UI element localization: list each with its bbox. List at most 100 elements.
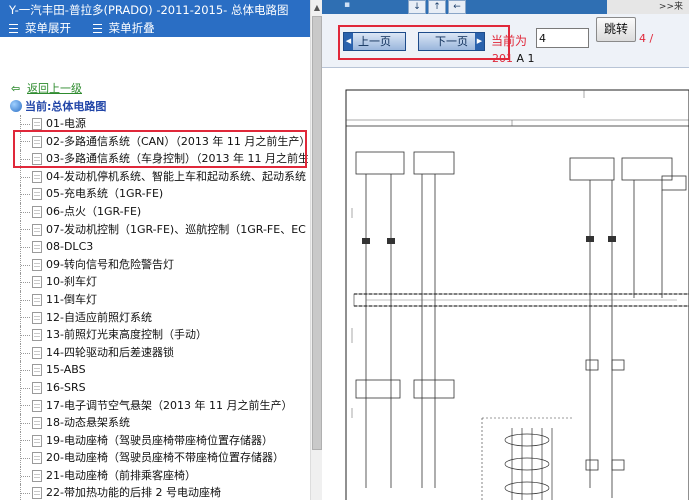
- collapse-icon: [92, 24, 102, 33]
- prev-arrow-icon: ◀: [344, 33, 353, 50]
- tree-item-label: 21-电动座椅（前排乘客座椅）: [46, 468, 196, 482]
- globe-icon: [10, 100, 22, 112]
- tree-item[interactable]: 11-倒车灯: [10, 290, 308, 309]
- tree-guide-line: [20, 361, 30, 379]
- top-toolbar: ▪ ↓ ↑ ← >>来: [322, 0, 689, 14]
- prev-page-button[interactable]: ◀ 上一页: [343, 32, 406, 51]
- document-icon: [32, 118, 42, 130]
- tree-item[interactable]: 13-前照灯光束高度控制（手动）: [10, 326, 308, 344]
- tree-item[interactable]: 05-充电系统（1GR-FE): [10, 185, 308, 203]
- selection-highlight: [13, 130, 307, 168]
- document-icon: [32, 293, 42, 306]
- tree-item-label: 06-点火（1GR-FE): [46, 204, 142, 218]
- arrow-left-icon[interactable]: ←: [448, 0, 466, 14]
- tree-guide-line: [20, 414, 30, 432]
- tree-item-label: 18-动态悬架系统: [46, 416, 130, 430]
- tree-item-label: 10-刹车灯: [46, 275, 97, 289]
- tree-item[interactable]: 22-带加热功能的后排 2 号电动座椅: [10, 484, 308, 500]
- tree-item[interactable]: 21-电动座椅（前排乘客座椅）: [10, 466, 308, 485]
- page-total-rest: A 1: [516, 52, 535, 65]
- tree-guide-line: [20, 431, 30, 450]
- tree-guide-line: [20, 238, 30, 256]
- document-icon: [32, 364, 42, 377]
- window-title: Y-一汽丰田-普拉多(PRADO) -2011-2015- 总体电路图: [9, 3, 289, 17]
- collapse-menu-button[interactable]: 菜单折叠: [92, 20, 155, 37]
- go-button[interactable]: 跳转: [596, 17, 636, 42]
- tree-item-label: 04-发动机停机系统、智能上车和起动系统、起动系统: [46, 169, 306, 183]
- document-icon: [32, 223, 42, 236]
- document-icon: [32, 205, 42, 218]
- tree-guide-line: [20, 290, 30, 309]
- scroll-up-icon[interactable]: ▲: [312, 2, 322, 14]
- page-label: 当前为: [491, 34, 528, 48]
- tree-item[interactable]: 08-DLC3: [10, 238, 308, 256]
- current-node[interactable]: 当前:总体电路图: [10, 98, 106, 114]
- back-link-label: 返回上一级: [27, 82, 82, 95]
- tree-item[interactable]: 06-点火（1GR-FE): [10, 202, 308, 221]
- tree-item[interactable]: 12-自适应前照灯系统: [10, 308, 308, 327]
- tree-guide-line: [20, 466, 30, 485]
- tree-guide-line: [20, 255, 30, 274]
- page-total-number: 201: [492, 52, 513, 65]
- back-arrow-icon: ⇦: [11, 82, 21, 95]
- tree-item[interactable]: 14-四轮驱动和后差速器锁: [10, 343, 308, 362]
- tree-guide-line: [20, 326, 30, 344]
- tree-item[interactable]: 19-电动座椅（驾驶员座椅带座椅位置存储器）: [10, 431, 308, 450]
- tree-guide-line: [20, 220, 30, 239]
- document-icon: [32, 258, 42, 271]
- tree-guide-line: [20, 273, 30, 291]
- document-icon: [32, 188, 42, 201]
- expand-menu-label: 菜单展开: [25, 21, 71, 35]
- document-icon: [32, 434, 42, 447]
- tree-item[interactable]: 10-刹车灯: [10, 273, 308, 291]
- document-icon: [32, 241, 42, 254]
- document-icon: [32, 346, 42, 359]
- tree-item-label: 11-倒车灯: [46, 292, 97, 306]
- tree-guide-line: [20, 185, 30, 203]
- tree-item[interactable]: 20-电动座椅（驾驶员座椅不带座椅位置存储器）: [10, 449, 308, 467]
- page-number-input[interactable]: [536, 28, 589, 48]
- document-icon: [32, 399, 42, 412]
- tree-item[interactable]: 15-ABS: [10, 361, 308, 379]
- tree-item-label: 12-自适应前照灯系统: [46, 310, 152, 324]
- scrollbar-thumb[interactable]: [312, 16, 322, 450]
- back-link[interactable]: ⇦ 返回上一级: [11, 80, 82, 95]
- tree-guide-line: [20, 449, 30, 467]
- tree-item-label: 17-电子调节空气悬架（2013 年 11 月之前生产）: [46, 398, 293, 412]
- tree-item[interactable]: 16-SRS: [10, 378, 308, 397]
- tree-guide-line: [20, 484, 30, 500]
- title-bar: Y-一汽丰田-普拉多(PRADO) -2011-2015- 总体电路图 菜单展开…: [0, 0, 310, 37]
- menu-pane: Y-一汽丰田-普拉多(PRADO) -2011-2015- 总体电路图 菜单展开…: [0, 0, 322, 500]
- tree-item-label: 13-前照灯光束高度控制（手动）: [46, 328, 207, 342]
- tree-item-label: 19-电动座椅（驾驶员座椅带座椅位置存储器）: [46, 433, 273, 447]
- tree-guide-line: [20, 308, 30, 327]
- tree-item[interactable]: 09-转向信号和危险警告灯: [10, 255, 308, 274]
- tree-item-label: 14-四轮驱动和后差速器锁: [46, 345, 174, 359]
- tree-guide-line: [20, 378, 30, 397]
- wiring-diagram[interactable]: [322, 68, 689, 500]
- tree-item-label: 09-转向信号和危险警告灯: [46, 257, 174, 271]
- left-scrollbar[interactable]: ▲: [310, 0, 322, 500]
- prev-page-label: 上一页: [358, 35, 391, 48]
- document-icon: [32, 329, 42, 342]
- tree-guide-line: [20, 202, 30, 221]
- tree-item-label: 20-电动座椅（驾驶员座椅不带座椅位置存储器）: [46, 451, 284, 465]
- pager-bar: ◀ 上一页 下一页 ▶ 当前为 跳转 4 / 201 A 1: [322, 14, 689, 68]
- tree-guide-line: [20, 167, 30, 186]
- toolbar-corner: >>来: [607, 0, 689, 14]
- arrow-down-icon[interactable]: ↓: [408, 0, 426, 14]
- tree-item[interactable]: 18-动态悬架系统: [10, 414, 308, 432]
- tree-item-label: 07-发动机控制（1GR-FE)、巡航控制（1GR-FE、EC: [46, 222, 306, 236]
- current-node-label: 当前:总体电路图: [25, 100, 107, 113]
- expand-menu-button[interactable]: 菜单展开: [9, 20, 71, 37]
- document-icon: [32, 381, 42, 394]
- tree-item-label: 08-DLC3: [46, 240, 94, 254]
- arrow-up-icon[interactable]: ↑: [428, 0, 446, 14]
- diagram-tree: 01-电源 02-多路通信系统（CAN）（2013 年 11 月之前生产） 03-多…: [10, 115, 308, 500]
- next-arrow-icon: ▶: [475, 33, 484, 50]
- tree-item-label: 22-带加热功能的后排 2 号电动座椅: [46, 486, 221, 500]
- tree-item[interactable]: 04-发动机停机系统、智能上车和起动系统、起动系统: [10, 167, 308, 186]
- tree-item[interactable]: 17-电子调节空气悬架（2013 年 11 月之前生产）: [10, 396, 308, 415]
- tree-item[interactable]: 07-发动机控制（1GR-FE)、巡航控制（1GR-FE、EC: [10, 220, 308, 239]
- next-page-button[interactable]: 下一页 ▶: [418, 32, 485, 51]
